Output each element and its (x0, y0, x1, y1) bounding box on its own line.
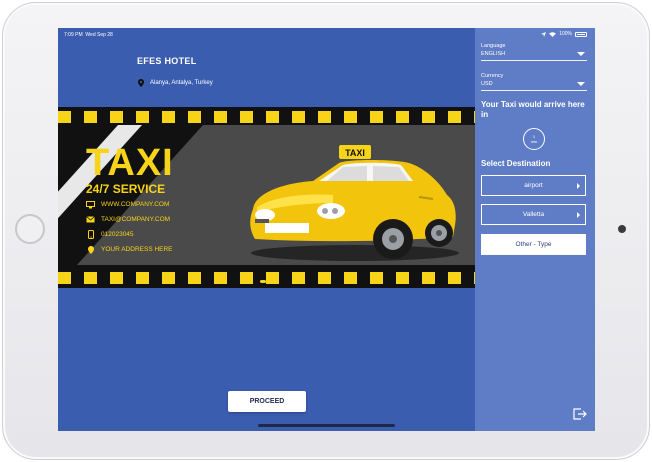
location-arrow-icon (541, 31, 547, 37)
currency-dropdown-icon[interactable] (577, 82, 585, 86)
phone-icon (86, 230, 95, 239)
roof-sign-text: TAXI (345, 148, 365, 158)
arrival-time-unit: min (530, 139, 538, 144)
map-pin-icon (86, 245, 95, 254)
location-pin-icon (138, 79, 144, 87)
tablet-device: EFES HOTEL Alanya, Antalya, Turkey TAXI … (0, 0, 652, 462)
wifi-icon (549, 31, 557, 37)
destination-airport-button[interactable]: airport (481, 175, 586, 196)
destination-airport-label: airport (524, 182, 543, 189)
taxi-banner-image: TAXI 24/7 SERVICE WWW.COMPANY.COM TAXI@C… (58, 107, 475, 288)
app-screen: EFES HOTEL Alanya, Antalya, Turkey TAXI … (58, 28, 595, 431)
banner-email: TAXI@COMPANY.COM (101, 216, 171, 223)
location-text: Alanya, Antalya, Turkey (150, 80, 213, 86)
language-underline (481, 60, 587, 61)
proceed-button[interactable]: PROCEED (228, 391, 306, 412)
envelope-icon (86, 215, 95, 224)
battery-percent: 100% (559, 31, 572, 37)
banner-phone-row: 012023045 (86, 230, 134, 239)
hotel-location: Alanya, Antalya, Turkey (138, 79, 213, 87)
status-bar: 7:09 PM Wed Sep 28 100% (58, 28, 595, 42)
home-indicator (258, 424, 395, 427)
monitor-icon (86, 200, 95, 209)
home-button[interactable] (15, 214, 45, 244)
battery-icon (575, 31, 587, 37)
language-value[interactable]: ENGLISH (481, 51, 505, 57)
camera-icon (618, 225, 626, 233)
currency-value[interactable]: USD (481, 81, 493, 87)
language-dropdown-icon[interactable] (577, 52, 585, 56)
chevron-right-icon (577, 212, 580, 218)
banner-email-row: TAXI@COMPANY.COM (86, 215, 170, 224)
banner-address-row: YOUR ADDRESS HERE (86, 245, 173, 254)
banner-website-row: WWW.COMPANY.COM (86, 200, 169, 209)
destination-valletta-button[interactable]: Valletta (481, 204, 586, 225)
destination-other-button[interactable]: Other - Type (481, 234, 586, 255)
banner-website: WWW.COMPANY.COM (101, 201, 170, 208)
main-panel: EFES HOTEL Alanya, Antalya, Turkey TAXI … (58, 28, 475, 431)
taxi-car-icon: TAXI (250, 145, 459, 261)
destination-valletta-label: Valletta (522, 211, 545, 218)
arrival-time-clock: 1 min (523, 128, 545, 150)
hotel-name: EFES HOTEL (137, 56, 197, 66)
carousel-indicator[interactable] (260, 280, 266, 283)
banner-subtitle: 24/7 SERVICE (86, 182, 166, 196)
banner-title: TAXI (86, 142, 174, 184)
destination-other-label: Other - Type (515, 241, 552, 248)
arrival-text: Your Taxi would arrive here in (481, 100, 585, 119)
checker-strip-bottom (58, 272, 475, 284)
settings-sidebar: Language ENGLISH Currency USD Your Taxi … (475, 28, 595, 431)
language-label: Language (481, 43, 506, 49)
chevron-right-icon (577, 183, 580, 189)
currency-label: Currency (481, 73, 504, 79)
banner-phone: 012023045 (101, 231, 134, 238)
status-time: 7:09 PM Wed Sep 28 (64, 32, 113, 38)
logout-icon[interactable] (573, 408, 587, 420)
checker-strip-top (58, 111, 475, 123)
status-right: 100% (541, 31, 587, 37)
currency-underline (481, 90, 587, 91)
banner-address: YOUR ADDRESS HERE (101, 246, 173, 253)
select-destination-heading: Select Destination (481, 159, 551, 168)
